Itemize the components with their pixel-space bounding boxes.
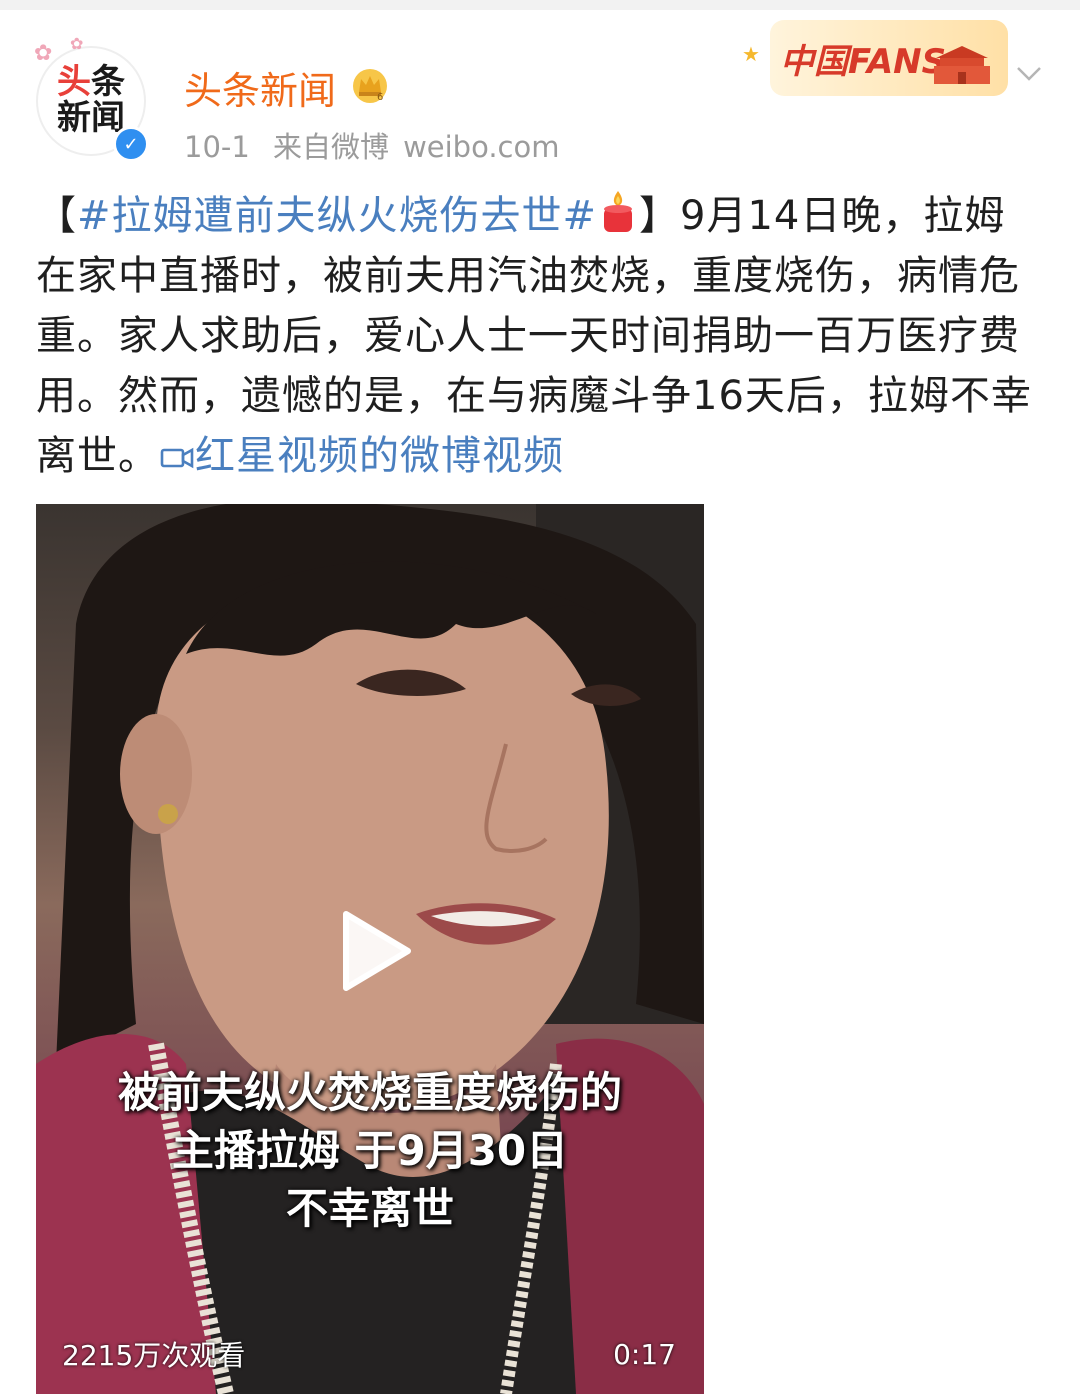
badge-text: 中国FANS bbox=[780, 41, 947, 82]
hashtag-link[interactable]: #拉姆遭前夫纵火烧伤去世# bbox=[77, 193, 597, 239]
crown-icon: 6 bbox=[353, 69, 387, 103]
post-text: 【#拉姆遭前夫纵火烧伤去世# 】9月14日晚，拉姆在家中直播时，被前夫用汽油焚烧… bbox=[36, 186, 1046, 486]
post-date: 10-1 bbox=[184, 130, 250, 164]
verified-badge-icon: ✓ bbox=[113, 126, 149, 162]
star-icon: ★ bbox=[742, 42, 760, 66]
china-fans-badge[interactable]: 中国FANS bbox=[770, 20, 1008, 96]
blossom-icon: ✿ bbox=[70, 34, 84, 53]
video-camera-icon bbox=[160, 447, 194, 469]
avatar-logo-line2: 新闻 bbox=[57, 98, 125, 138]
tiananmen-icon bbox=[934, 46, 990, 84]
blossom-icon: ✿ bbox=[34, 41, 53, 66]
svg-text:6: 6 bbox=[377, 92, 383, 103]
video-caption: 被前夫纵火焚烧重度烧伤的 主播拉姆 于9月30日 不幸离世 bbox=[36, 1064, 704, 1238]
caption-line: 被前夫纵火焚烧重度烧伤的 bbox=[117, 1068, 622, 1117]
video-player[interactable]: 被前夫纵火焚烧重度烧伤的 主播拉姆 于9月30日 不幸离世 2215万次观看 0… bbox=[36, 504, 704, 1394]
bracket-close: 】 bbox=[639, 193, 681, 239]
chevron-down-icon[interactable] bbox=[1014, 58, 1044, 88]
status-strip bbox=[0, 0, 1080, 10]
video-link-label: 红星视频的微博视频 bbox=[195, 433, 564, 479]
caption-line: 主播拉姆 于9月30日 bbox=[171, 1126, 569, 1175]
post-meta: 10-1 来自微博 weibo.com bbox=[184, 124, 573, 166]
play-icon[interactable] bbox=[338, 908, 414, 994]
candle-icon bbox=[604, 191, 633, 232]
bracket-open: 【 bbox=[36, 193, 77, 239]
avatar-logo-line1: 头条 bbox=[57, 62, 125, 103]
post-source-domain: weibo.com bbox=[403, 130, 560, 164]
caption-line: 不幸离世 bbox=[285, 1184, 454, 1233]
account-name[interactable]: 头条新闻 bbox=[184, 60, 336, 115]
post-source: 来自微博 bbox=[273, 130, 390, 164]
video-duration: 0:17 bbox=[613, 1338, 676, 1371]
video-source-link[interactable]: 红星视频的微博视频 bbox=[159, 433, 564, 479]
view-count: 2215万次观看 bbox=[62, 1339, 246, 1372]
